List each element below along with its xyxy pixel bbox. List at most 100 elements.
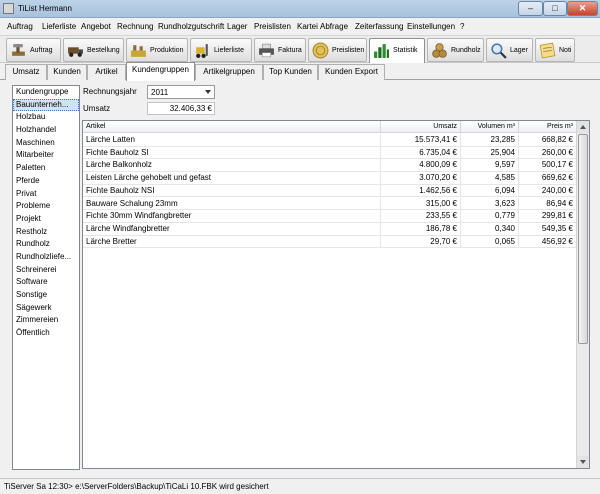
toolbar-label: Lieferliste (214, 47, 244, 54)
menu-angebot[interactable]: Angebot (81, 22, 111, 31)
column-preis[interactable]: Preis m³ (519, 121, 577, 133)
list-item[interactable]: Privat (13, 188, 79, 201)
forklift-icon (196, 44, 208, 58)
toolbar-statistik-button[interactable]: Statistik (369, 38, 425, 65)
toolbar-noti-button[interactable]: Noti (535, 38, 575, 62)
production-icon (131, 45, 146, 57)
menu-rechnung[interactable]: Rechnung (117, 22, 153, 31)
tab-artikel[interactable]: Artikel (87, 64, 126, 80)
list-item[interactable]: Probleme (13, 200, 79, 213)
cell-preis: 500,17 € (519, 159, 577, 172)
year-label: Rechnungsjahr (83, 87, 137, 96)
table-row[interactable]: Lärche Balkonholz 4.800,09 €9,597 500,17 € (83, 159, 577, 173)
close-button[interactable]: ✕ (567, 1, 598, 16)
cell-volumen: 6,094 (461, 184, 519, 197)
vertical-scrollbar[interactable] (576, 121, 589, 468)
list-item[interactable]: Holzhandel (13, 124, 79, 137)
cell-volumen: 0,779 (461, 210, 519, 223)
column-volumen[interactable]: Volumen m³ (461, 121, 519, 133)
toolbar-faktura-button[interactable]: Faktura (254, 38, 306, 62)
scroll-up-button[interactable] (577, 121, 589, 133)
tab-kunden[interactable]: Kunden (47, 64, 87, 80)
customer-group-list[interactable]: Kundengruppe Bauunterneh... Holzbau Holz… (12, 85, 80, 470)
list-item[interactable]: Projekt (13, 213, 79, 226)
menu-preislisten[interactable]: Preislisten (254, 22, 291, 31)
list-item[interactable]: Rundholzliefe... (13, 251, 79, 264)
toolbar-produktion-button[interactable]: Produktion (126, 38, 188, 62)
cell-artikel: Leisten Lärche gehobelt und gefast (83, 172, 381, 185)
statistik-tabs: Umsatz Kunden Artikel Kundengruppen Arti… (0, 62, 600, 81)
tab-kundengruppen[interactable]: Kundengruppen (126, 62, 195, 81)
toolbar-lieferliste-button[interactable]: Lieferliste (190, 38, 252, 62)
kundengruppen-panel: Kundengruppe Bauunterneh... Holzbau Holz… (5, 81, 595, 476)
cell-umsatz: 4.800,09 € (381, 159, 461, 172)
year-select[interactable]: 2011 (147, 85, 215, 99)
list-item[interactable]: Paletten (13, 162, 79, 175)
table-row[interactable]: Lärche Latten 15.573,41 €23,285 668,82 € (83, 134, 577, 147)
list-item[interactable]: Pferde (13, 175, 79, 188)
list-item[interactable]: Holzbau (13, 111, 79, 124)
menu-lager[interactable]: Lager (227, 22, 247, 31)
list-item[interactable]: Rundholz (13, 238, 79, 251)
tab-umsatz[interactable]: Umsatz (5, 64, 47, 80)
toolbar-label: Produktion (150, 47, 184, 54)
logs-icon (432, 43, 447, 58)
scroll-down-button[interactable] (577, 456, 589, 468)
toolbar-label: Faktura (278, 47, 302, 54)
toolbar-label: Noti (559, 47, 572, 54)
menu-lieferliste[interactable]: Lieferliste (42, 22, 76, 31)
list-item[interactable]: Maschinen (13, 137, 79, 150)
umsatz-label: Umsatz (83, 104, 111, 113)
article-table[interactable]: Artikel Umsatz Volumen m³ Preis m³ Lärch… (82, 120, 590, 469)
cell-preis: 669,62 € (519, 172, 577, 185)
toolbar-bestellung-button[interactable]: Bestellung (63, 38, 124, 62)
table-row[interactable]: Lärche Bretter 29,70 €0,065 456,92 € (83, 235, 577, 249)
column-umsatz[interactable]: Umsatz (381, 121, 461, 133)
year-value: 2011 (151, 88, 169, 97)
toolbar-preislisten-button[interactable]: Preislisten (308, 38, 367, 62)
scroll-thumb[interactable] (578, 134, 588, 344)
list-item[interactable]: Mitarbeiter (13, 149, 79, 162)
menu-auftrag[interactable]: Auftrag (7, 22, 33, 31)
toolbar-label: Auftrag (30, 47, 53, 54)
menu-rundholzgutschrift[interactable]: Rundholzgutschrift (158, 22, 224, 31)
minimize-button[interactable]: – (518, 1, 543, 16)
table-row[interactable]: Bauware Schalung 23mm 315,00 €3,623 86,94 … (83, 197, 577, 211)
cell-artikel: Fichte Bauholz SI (83, 146, 381, 159)
cell-artikel: Lärche Bretter (83, 235, 381, 248)
arrow-down-icon (580, 460, 586, 464)
table-row[interactable]: Lärche Windfangbretter 186,78 €0,340 549,3… (83, 222, 577, 236)
tab-top-kunden[interactable]: Top Kunden (263, 64, 318, 80)
table-row[interactable]: Leisten Lärche gehobelt und gefast 3.070,… (83, 172, 577, 185)
list-item[interactable]: Zimmereien (13, 314, 79, 327)
list-item[interactable]: Software (13, 276, 79, 289)
printer-icon (259, 43, 274, 58)
table-row[interactable]: Fichte Bauholz NSI 1.462,56 €6,094 240,00 … (83, 184, 577, 198)
cell-umsatz: 3.070,20 € (381, 172, 461, 185)
magnifier-icon (491, 43, 507, 59)
toolbar-label: Statistik (393, 47, 418, 54)
menu-abfrage[interactable]: Abfrage (320, 22, 348, 31)
menu-einstellungen[interactable]: Einstellungen (407, 22, 455, 31)
arrow-up-icon (580, 125, 586, 129)
toolbar-auftrag-button[interactable]: Auftrag (6, 38, 61, 62)
tab-artikelgruppen[interactable]: Artikelgruppen (195, 64, 263, 80)
table-row[interactable]: Fichte Bauholz SI 6.735,04 €25,904 260,00 … (83, 146, 577, 160)
list-item[interactable]: Öffentlich (13, 327, 79, 340)
table-row[interactable]: Fichte 30mm Windfangbretter 233,55 €0,779… (83, 210, 577, 223)
toolbar-rundholz-button[interactable]: Rundholz (427, 38, 484, 62)
toolbar-lager-button[interactable]: Lager (486, 38, 533, 62)
menu-help[interactable]: ? (460, 22, 464, 31)
tab-kunden-export[interactable]: Kunden Export (318, 64, 385, 80)
list-item[interactable]: Restholz (13, 226, 79, 239)
list-item[interactable]: Sonstige (13, 289, 79, 302)
toolbar-label: Preislisten (332, 47, 365, 54)
column-artikel[interactable]: Artikel (83, 121, 381, 133)
list-item[interactable]: Schreinerei (13, 264, 79, 277)
menu-kartei[interactable]: Kartei (297, 22, 318, 31)
maximize-button[interactable]: □ (543, 1, 567, 16)
cell-umsatz: 186,78 € (381, 222, 461, 235)
list-item[interactable]: Bauunterneh... (13, 98, 79, 112)
menu-zeiterfassung[interactable]: Zeiterfassung (355, 22, 403, 31)
list-item[interactable]: Sägewerk (13, 302, 79, 315)
